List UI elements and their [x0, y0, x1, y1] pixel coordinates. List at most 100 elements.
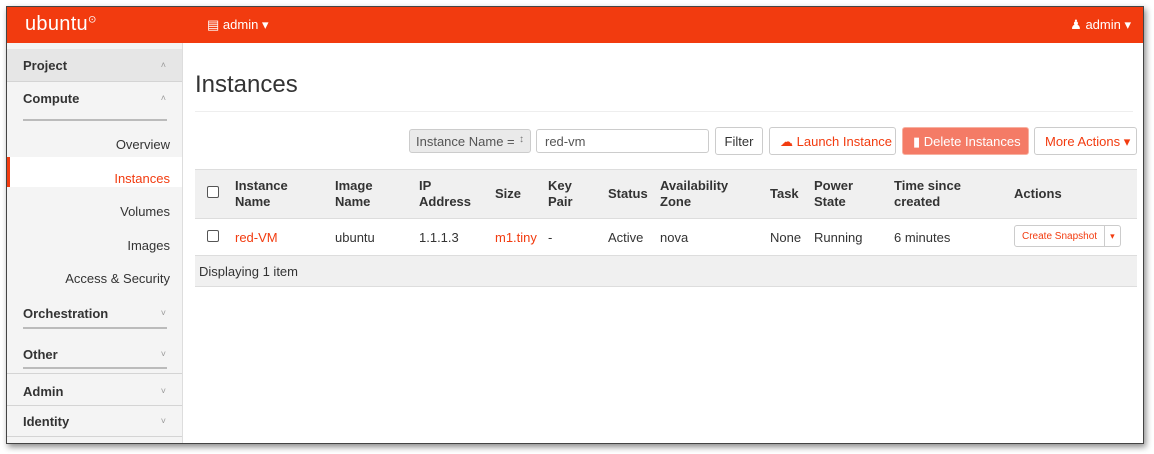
user-menu[interactable]: ♟ admin ▾ — [1070, 17, 1131, 33]
sidebar-section-label: Compute — [23, 91, 80, 106]
header-label: IP — [419, 178, 432, 193]
column-header-instance-name[interactable]: Instance Name — [231, 169, 331, 219]
filter-field-select[interactable]: Instance Name = ↕ — [409, 129, 531, 153]
project-menu[interactable]: ▤ admin ▾ — [207, 17, 268, 33]
header-label: Zone — [660, 194, 692, 209]
header-label: State — [814, 194, 846, 209]
logo-mark-icon: ⊙ — [87, 14, 97, 26]
sidebar-item-access-security[interactable]: Access & Security — [65, 271, 170, 286]
instance-name-link[interactable]: red-VM — [235, 230, 278, 245]
more-actions-button[interactable]: More Actions ▾ — [1034, 127, 1137, 155]
instance-name-cell: red-VM — [231, 218, 331, 256]
chevron-down-icon[interactable]: ▾ — [1104, 225, 1120, 246]
delete-instances-button[interactable]: ▮ Delete Instances — [902, 127, 1029, 155]
header-label: created — [894, 194, 941, 209]
header-label: Name — [235, 194, 271, 209]
main-content: Instances Instance Name = ↕ Filter ☁ Lau… — [195, 43, 1137, 443]
logo-text: ubuntu — [25, 13, 88, 35]
search-input[interactable] — [536, 129, 709, 153]
sidebar-section-other[interactable]: Other ˅ — [7, 347, 182, 367]
trash-icon: ▮ — [913, 134, 921, 149]
chevron-down-icon: ˅ — [160, 386, 166, 396]
row-select-cell — [195, 218, 231, 256]
table-toolbar: Instance Name = ↕ Filter ☁ Launch Instan… — [195, 127, 1137, 157]
ubuntu-logo[interactable]: ubuntu⊙ — [25, 13, 97, 36]
chevron-down-icon: ˅ — [160, 349, 166, 359]
filter-button[interactable]: Filter — [715, 127, 763, 155]
table-header-row: Instance Name Image Name IP Address Size Ke… — [195, 169, 1137, 219]
page-title: Instances — [195, 71, 298, 98]
row-checkbox[interactable] — [207, 229, 219, 242]
project-menu-label: admin ▾ — [222, 17, 269, 32]
filter-field-value: Instance Name = — [416, 134, 515, 149]
sidebar-section-admin[interactable]: Admin ˅ — [7, 384, 182, 404]
divider — [23, 119, 167, 121]
sidebar-section-label: Other — [23, 347, 58, 362]
divider — [195, 111, 1133, 112]
table-row: red-VM ubuntu 1.1.1.3 m1.tiny - Active n… — [195, 218, 1137, 256]
column-header-task[interactable]: Task — [766, 169, 810, 219]
size-link[interactable]: m1.tiny — [495, 230, 537, 245]
ip-address-cell: 1.1.1.3 — [415, 218, 491, 256]
header-label: Key — [548, 178, 572, 193]
select-all-header — [195, 169, 231, 219]
delete-instances-label: Delete Instances — [923, 134, 1021, 149]
divider — [23, 327, 167, 329]
select-arrows-icon: ↕ — [519, 134, 524, 145]
header-label: Time since — [894, 178, 961, 193]
actions-cell: Create Snapshot ▾ — [1010, 218, 1137, 256]
header-label: Name — [335, 194, 371, 209]
active-indicator — [7, 157, 10, 187]
column-header-size[interactable]: Size — [491, 169, 544, 219]
chevron-down-icon: ˅ — [160, 416, 166, 426]
power-state-cell: Running — [810, 218, 890, 256]
key-pair-cell: - — [544, 218, 604, 256]
sidebar-section-label: Admin — [23, 384, 64, 399]
sidebar-section-label: Identity — [23, 414, 70, 429]
sidebar-section-identity[interactable]: Identity ˅ — [7, 414, 182, 434]
launch-instance-button[interactable]: ☁ Launch Instance — [769, 127, 896, 155]
column-header-time-since-created[interactable]: Time since created — [890, 169, 1010, 219]
image-name-cell: ubuntu — [331, 218, 415, 256]
select-all-checkbox[interactable] — [207, 186, 219, 198]
cloud-upload-icon: ☁ — [780, 134, 793, 149]
sidebar-section-label: Project — [23, 58, 68, 73]
divider — [23, 367, 167, 369]
task-cell: None — [766, 218, 810, 256]
column-header-actions: Actions — [1010, 169, 1137, 219]
user-icon: ♟ — [1070, 17, 1082, 32]
column-header-ip-address[interactable]: IP Address — [415, 169, 491, 219]
size-cell: m1.tiny — [491, 218, 544, 256]
project-icon: ▤ — [207, 17, 220, 32]
chevron-up-icon: ˄ — [160, 60, 166, 70]
sidebar-item-overview[interactable]: Overview — [116, 137, 170, 152]
column-header-key-pair[interactable]: Key Pair — [544, 169, 604, 219]
column-header-image-name[interactable]: Image Name — [331, 169, 415, 219]
sidebar-section-orchestration[interactable]: Orchestration ˅ — [7, 306, 182, 326]
chevron-down-icon: ˅ — [160, 308, 166, 318]
instances-table: Instance Name Image Name IP Address Size Ke… — [195, 169, 1137, 287]
launch-instance-label: Launch Instance — [796, 134, 893, 149]
sidebar: Project ˄ Compute ˄ Overview Instances V… — [7, 43, 183, 443]
column-header-availability-zone[interactable]: Availability Zone — [656, 169, 766, 219]
header-label: Image — [335, 178, 373, 193]
sidebar-section-compute[interactable]: Compute ˄ — [7, 82, 182, 122]
status-cell: Active — [604, 218, 656, 256]
sidebar-item-images[interactable]: Images — [127, 238, 170, 253]
sidebar-section-project[interactable]: Project ˄ — [7, 49, 182, 82]
create-snapshot-button[interactable]: Create Snapshot — [1015, 227, 1104, 246]
column-header-power-state[interactable]: Power State — [810, 169, 890, 219]
header-label: Address — [419, 194, 472, 209]
column-header-status[interactable]: Status — [604, 169, 656, 219]
time-since-created-cell: 6 minutes — [890, 218, 1010, 256]
sidebar-item-instances[interactable]: Instances — [114, 171, 170, 186]
availability-zone-cell: nova — [656, 218, 766, 256]
app-window: ubuntu⊙ ▤ admin ▾ ♟ admin ▾ Project ˄ Co… — [6, 6, 1144, 444]
divider — [7, 436, 182, 437]
header-label: Pair — [548, 194, 573, 209]
table-footer-text: Displaying 1 item — [195, 255, 1137, 287]
header-label: Power — [814, 178, 854, 193]
sidebar-item-volumes[interactable]: Volumes — [120, 204, 170, 219]
divider — [7, 405, 182, 406]
row-action-group: Create Snapshot ▾ — [1014, 224, 1121, 247]
